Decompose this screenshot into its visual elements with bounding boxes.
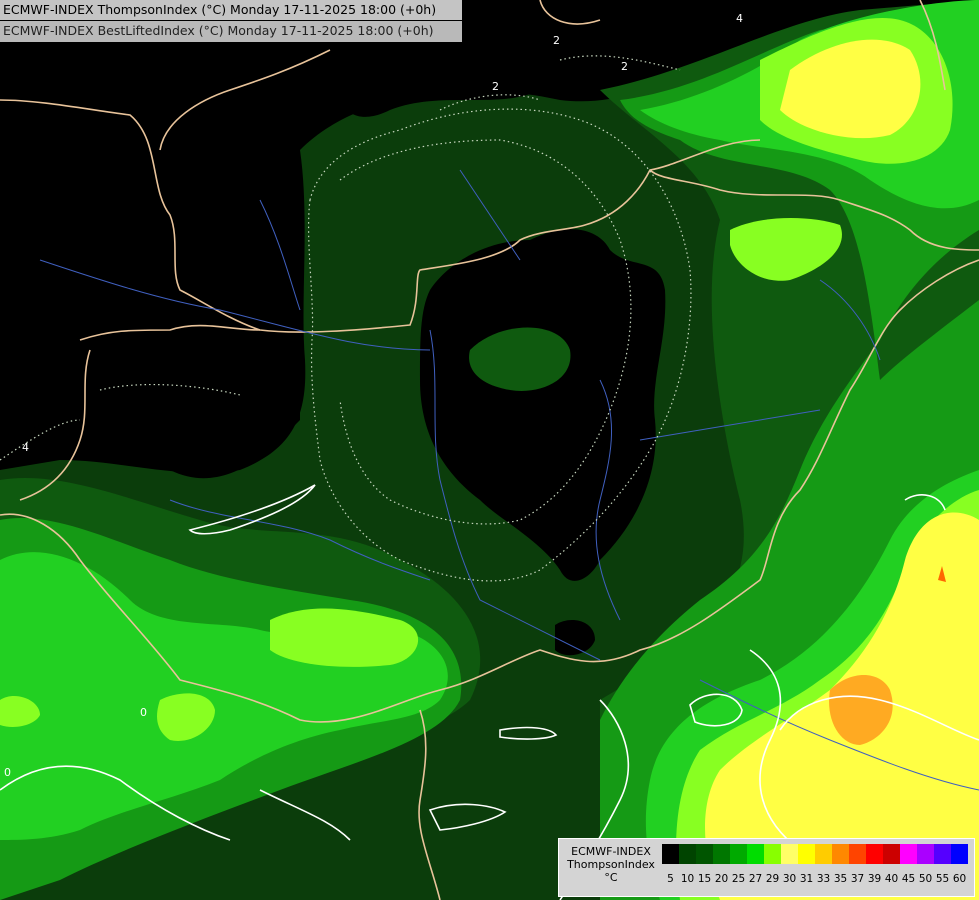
legend-swatch: [747, 844, 764, 864]
legend-swatch: [917, 844, 934, 864]
legend-title-line2: ThompsonIndex: [567, 858, 655, 871]
map-canvas: 2 2 2 4 0 0 4: [0, 0, 979, 900]
legend-swatch: [730, 844, 747, 864]
legend-swatch: [781, 844, 798, 864]
legend-tick-label: 50: [918, 873, 933, 885]
contour-label: 4: [22, 441, 29, 454]
legend-tick-label: 45: [901, 873, 916, 885]
legend-swatch: [764, 844, 781, 864]
legend-tick-label: 35: [833, 873, 848, 885]
legend-tick-label: 20: [714, 873, 729, 885]
legend-tick-label: 60: [952, 873, 967, 885]
legend-tick-label: 27: [748, 873, 763, 885]
legend-tick-label: 37: [850, 873, 865, 885]
legend-swatch: [815, 844, 832, 864]
legend-title-line3: °C: [604, 871, 618, 884]
contour-label: 0: [4, 766, 11, 779]
legend-swatch: [883, 844, 900, 864]
legend-swatch: [849, 844, 866, 864]
legend-tick-label: 5: [667, 873, 674, 885]
contour-label: 0: [140, 706, 147, 719]
legend-swatch: [696, 844, 713, 864]
legend-tick-label: 31: [799, 873, 814, 885]
legend-tick-label: 55: [935, 873, 950, 885]
legend-swatch: [679, 844, 696, 864]
header-line-1: ECMWF-INDEX ThompsonIndex (°C) Monday 17…: [0, 0, 462, 20]
legend-tick-label: 10: [680, 873, 695, 885]
legend-title: ECMWF-INDEX ThompsonIndex °C: [565, 845, 657, 884]
legend-swatch: [832, 844, 849, 864]
legend-tick-label: 29: [765, 873, 780, 885]
legend-swatch: [934, 844, 951, 864]
legend-swatch: [798, 844, 815, 864]
contour-label: 2: [621, 60, 628, 73]
legend-tick-label: 40: [884, 873, 899, 885]
legend-tick-label: 33: [816, 873, 831, 885]
field-black-nw: [0, 0, 330, 473]
header-line-2: ECMWF-INDEX BestLiftedIndex (°C) Monday …: [0, 21, 462, 42]
weather-map: 2 2 2 4 0 0 4 ECMWF-INDEX ThompsonIndex …: [0, 0, 979, 900]
legend-tick-label: 25: [731, 873, 746, 885]
legend-tick-label: 39: [867, 873, 882, 885]
legend-swatch: [866, 844, 883, 864]
legend-tick-label: 15: [697, 873, 712, 885]
legend-swatches: [662, 844, 968, 864]
legend-swatch: [900, 844, 917, 864]
color-legend: ECMWF-INDEX ThompsonIndex °C 5 10 15 20 25 27…: [558, 838, 975, 897]
legend-ticks: 5 10 15 20 25 27 29 30 31 33 35 37 39 40 45 50 55 60: [662, 873, 968, 885]
contour-label: 2: [553, 34, 560, 47]
legend-swatch: [662, 844, 679, 864]
contour-label: 2: [492, 80, 499, 93]
contour-label: 4: [736, 12, 743, 25]
legend-swatch: [951, 844, 968, 864]
legend-title-line1: ECMWF-INDEX: [571, 845, 651, 858]
legend-tick-label: 30: [782, 873, 797, 885]
legend-swatch: [713, 844, 730, 864]
